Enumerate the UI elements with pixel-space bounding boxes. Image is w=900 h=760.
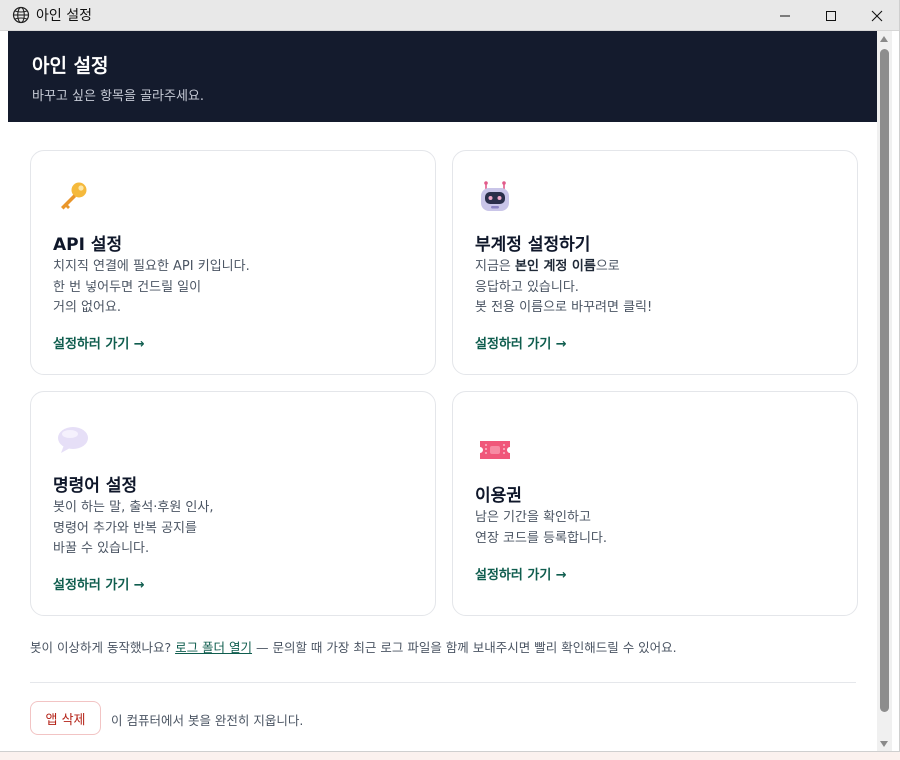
card-desc-line: 한 번 넣어두면 건드릴 일이 [53, 279, 202, 295]
key-icon [55, 179, 91, 215]
card-desc-line: 봇 전용 이름으로 바꾸려면 클릭! [475, 300, 653, 315]
card-title: 명령어 설정 [53, 476, 138, 496]
page-subtitle: 바꾸고 싶은 항목을 골라주세요. [32, 89, 205, 104]
card-desc-line: 응답하고 있습니다. [475, 279, 579, 295]
card-desc-line: 거의 없어요. [53, 300, 122, 315]
api-settings-link[interactable]: 설정하러 가기 → [53, 333, 145, 352]
command-settings-link[interactable]: 설정하러 가기 → [53, 574, 145, 593]
ticket-icon [477, 432, 513, 468]
card-desc-line: 바꿀 수 있습니다. [53, 541, 150, 556]
page-title: 아인 설정 [32, 55, 109, 77]
note-text: — 문의할 때 가장 최근 로그 파일을 함께 보내주시면 빨리 확인해드릴 수… [252, 640, 677, 655]
settings-window: 아인 설정 아인 설정 바꾸고 싶은 항목을 골라주세요. API 설정 치지직… [0, 0, 900, 752]
robot-icon [477, 179, 513, 215]
open-log-folder-link[interactable]: 로그 폴더 열기 [175, 640, 252, 655]
note-text: 봇이 이상하게 동작했나요? [30, 640, 176, 655]
card-desc-line: 명령어 추가와 반복 공지를 [53, 520, 197, 536]
card-desc-line: 봇이 하는 말, 출석·후원 인사, [53, 500, 214, 515]
window-controls [762, 0, 899, 31]
card-desc-line: 연장 코드를 등록합니다. [475, 530, 607, 546]
desc-bold-text: 본인 계정 이름 [515, 259, 596, 274]
card-desc-line: 지금은 본인 계정 이름으로 [475, 257, 835, 278]
delete-app-button[interactable]: 앱 삭제 [30, 701, 101, 735]
card-subscription-pass[interactable]: 이용권 남은 기간을 확인하고 연장 코드를 등록합니다. 설정하러 가기 → [452, 391, 858, 616]
window-title: 아인 설정 [36, 8, 92, 24]
title-bar: 아인 설정 [0, 0, 899, 31]
speech-bubble-icon [55, 422, 91, 458]
card-title: 부계정 설정하기 [475, 235, 591, 255]
vertical-scrollbar[interactable] [877, 31, 892, 751]
card-description: 치지직 연결에 필요한 API 키입니다. 한 번 넣어두면 건드릴 일이 거의… [53, 257, 413, 319]
minimize-button[interactable] [762, 0, 808, 31]
card-description: 남은 기간을 확인하고 연장 코드를 등록합니다. [475, 508, 835, 549]
scroll-down-icon[interactable] [880, 741, 888, 747]
card-desc-line: 남은 기간을 확인하고 [475, 510, 591, 525]
card-desc-line: 치지직 연결에 필요한 API 키입니다. [53, 259, 250, 274]
settings-content: 아인 설정 바꾸고 싶은 항목을 골라주세요. API 설정 치지직 연결에 필… [8, 31, 877, 751]
card-title: API 설정 [53, 235, 123, 255]
globe-icon [12, 6, 30, 24]
card-description: 봇이 하는 말, 출석·후원 인사, 명령어 추가와 반복 공지를 바꿀 수 있… [53, 498, 413, 560]
scrollbar-thumb[interactable] [880, 49, 889, 712]
log-help-note: 봇이 이상하게 동작했나요? 로그 폴더 열기 — 문의할 때 가장 최근 로그… [30, 637, 677, 656]
scroll-up-icon[interactable] [880, 36, 888, 42]
divider [30, 682, 856, 683]
card-title: 이용권 [475, 486, 522, 506]
card-description: 지금은 본인 계정 이름으로 응답하고 있습니다. 봇 전용 이름으로 바꾸려면… [475, 257, 835, 319]
sub-account-link[interactable]: 설정하러 가기 → [475, 333, 567, 352]
maximize-button[interactable] [808, 0, 854, 31]
card-command-settings[interactable]: 명령어 설정 봇이 하는 말, 출석·후원 인사, 명령어 추가와 반복 공지를… [30, 391, 436, 616]
desc-text: 지금은 [475, 259, 516, 274]
close-button[interactable] [854, 0, 899, 31]
desc-text: 으로 [595, 259, 620, 274]
card-api-settings[interactable]: API 설정 치지직 연결에 필요한 API 키입니다. 한 번 넣어두면 건드… [30, 150, 436, 375]
card-sub-account[interactable]: 부계정 설정하기 지금은 본인 계정 이름으로 응답하고 있습니다. 봇 전용 … [452, 150, 858, 375]
hero-header: 아인 설정 바꾸고 싶은 항목을 골라주세요. [8, 31, 877, 122]
subscription-pass-link[interactable]: 설정하러 가기 → [475, 564, 567, 583]
delete-app-description: 이 컴퓨터에서 봇을 완전히 지웁니다. [111, 713, 304, 728]
